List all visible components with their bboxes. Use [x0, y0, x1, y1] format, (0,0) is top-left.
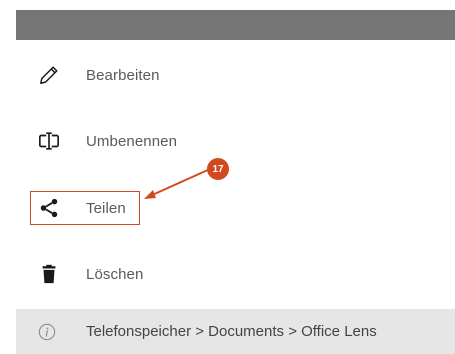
share-highlight-box — [30, 191, 140, 225]
menu-item-edit[interactable]: Bearbeiten — [16, 55, 455, 95]
menu-item-label: Löschen — [86, 265, 144, 283]
menu-item-label: Umbenennen — [86, 132, 178, 150]
storage-path: Telefonspeicher > Documents > Office Len… — [86, 323, 377, 340]
menu-item-rename[interactable]: Umbenennen — [16, 121, 455, 161]
rename-icon — [38, 130, 60, 152]
info-icon — [38, 323, 56, 341]
callout-badge: 17 — [207, 158, 229, 180]
menu-item-delete[interactable]: Löschen — [16, 254, 455, 294]
pencil-icon — [38, 64, 60, 86]
top-bar — [16, 10, 455, 40]
context-menu-screen: Bearbeiten Umbenennen Teilen Löschen Tel… — [16, 10, 455, 354]
callout-arrow-icon — [144, 168, 211, 199]
menu-item-label: Bearbeiten — [86, 66, 160, 84]
trash-icon — [38, 263, 60, 285]
location-footer: Telefonspeicher > Documents > Office Len… — [16, 309, 455, 354]
